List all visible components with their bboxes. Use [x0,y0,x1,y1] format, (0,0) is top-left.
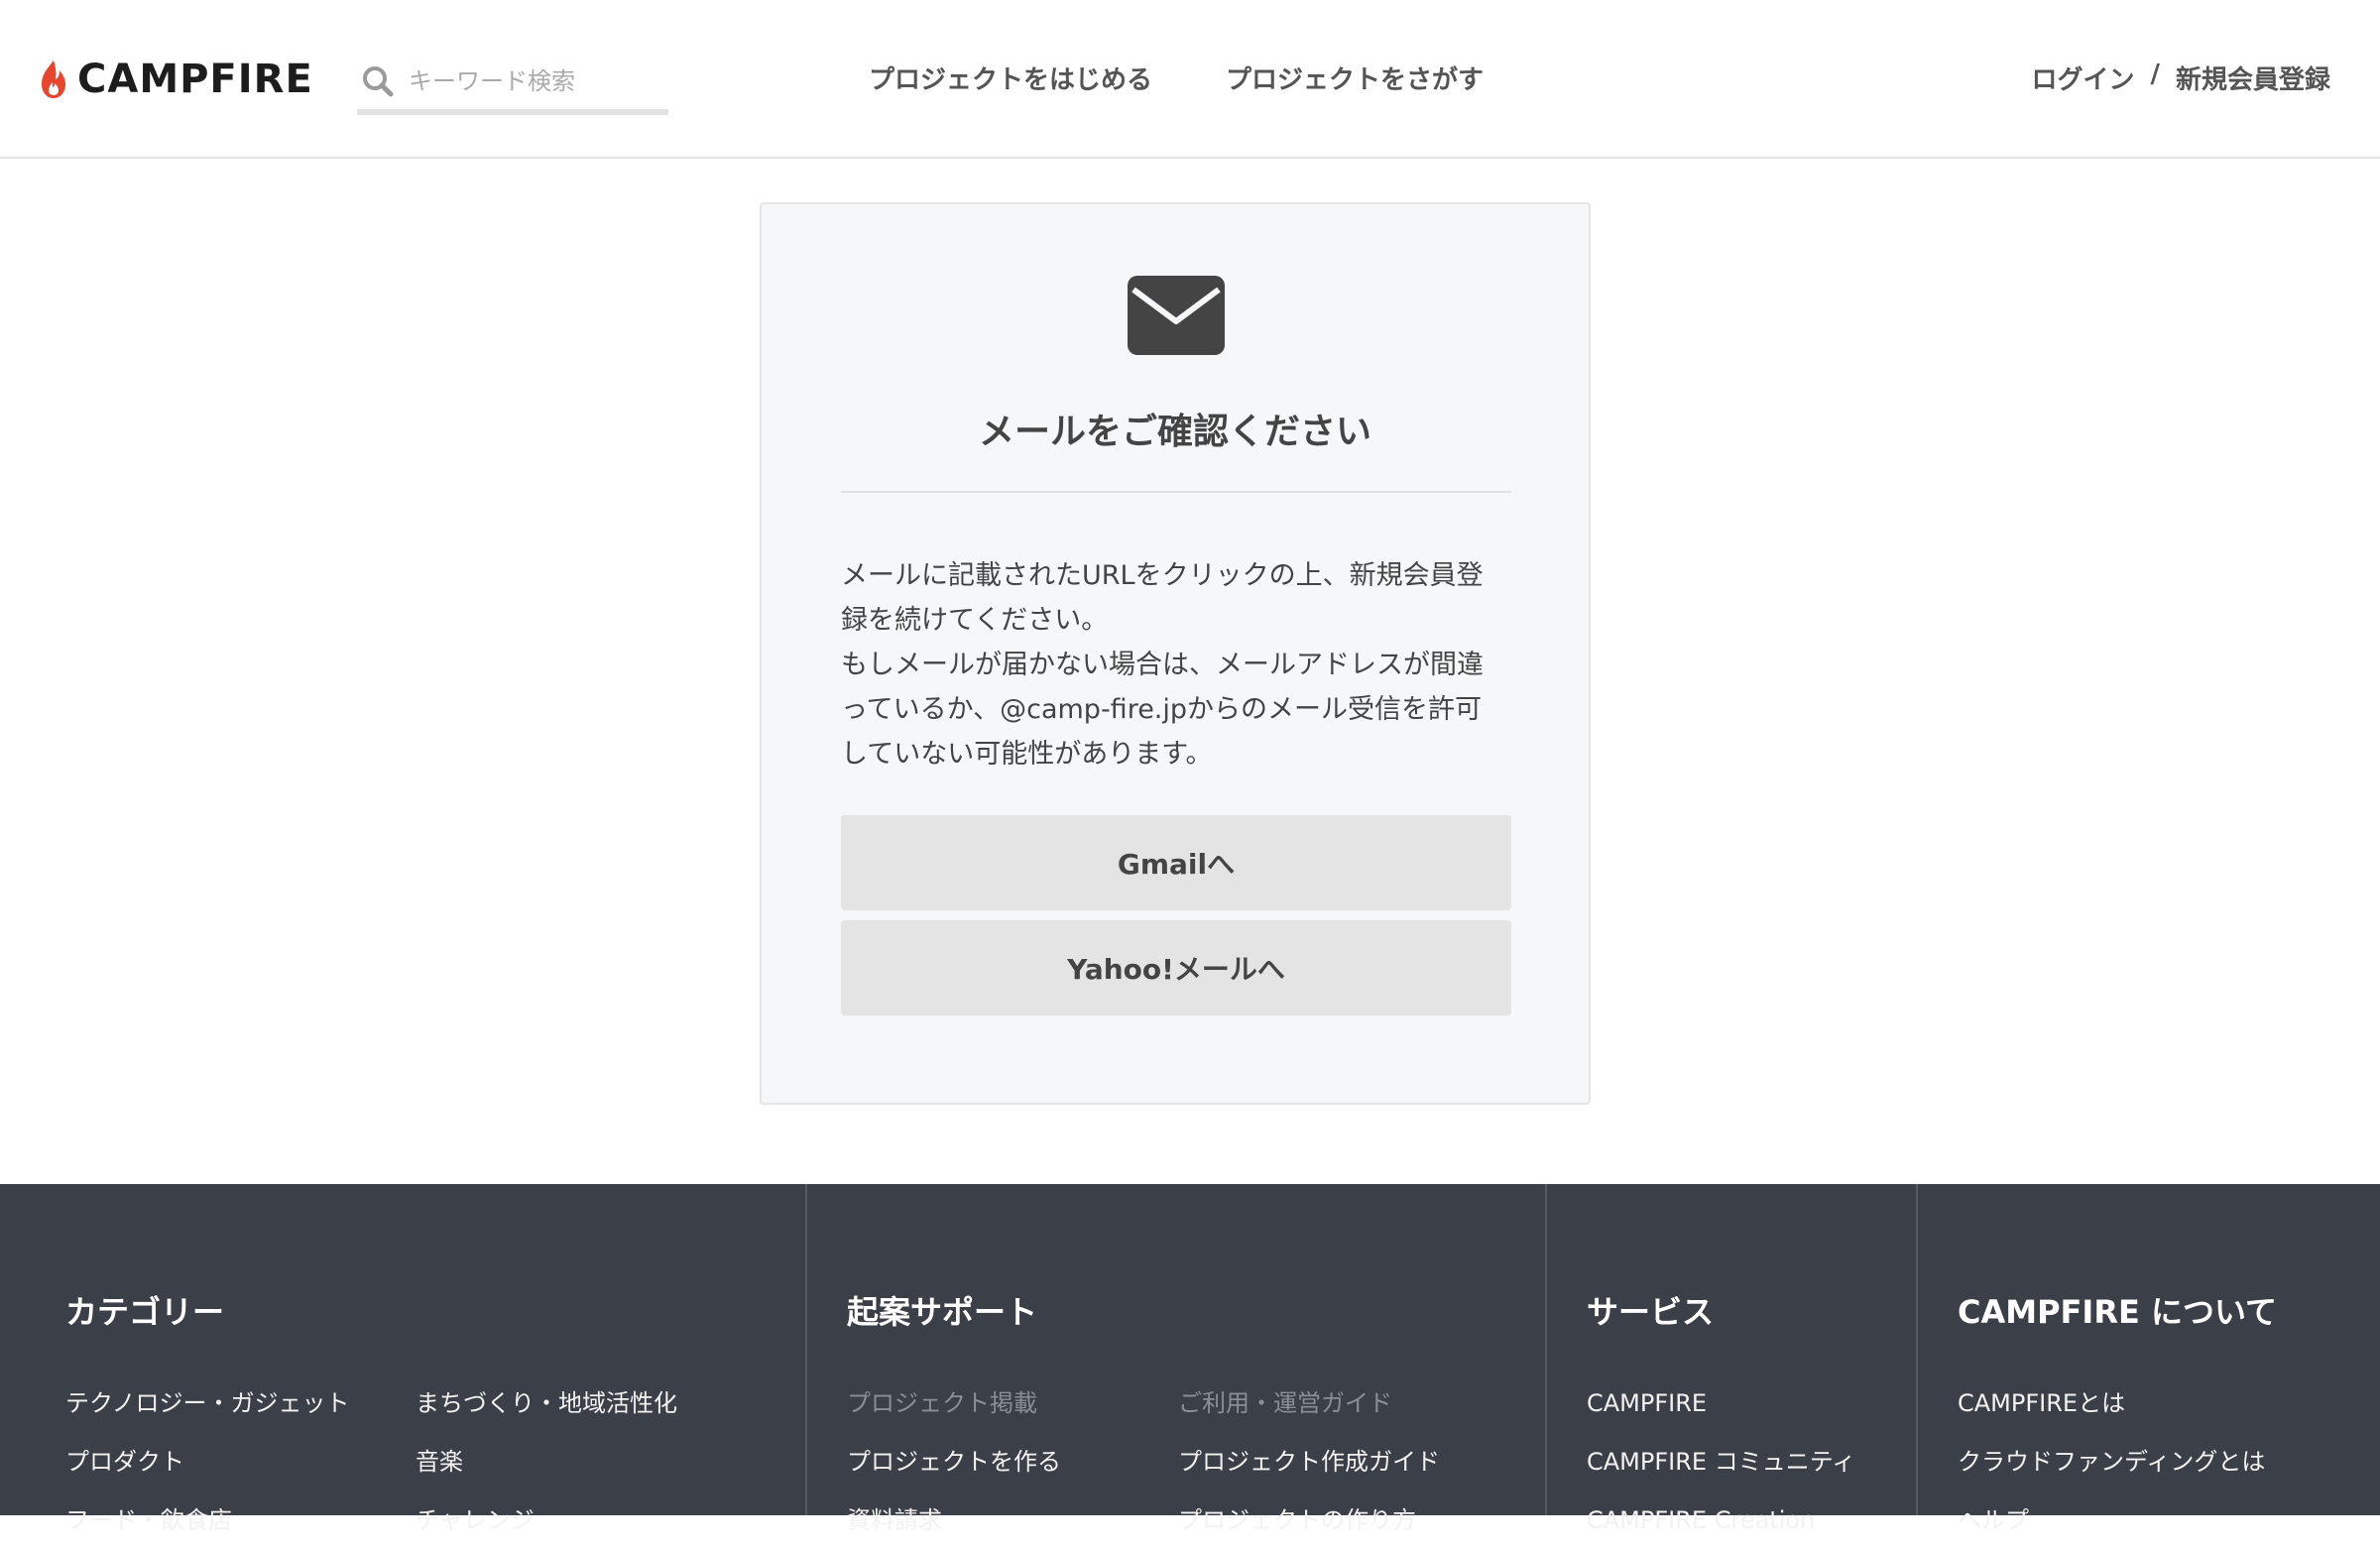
message-line: していない可能性があります。 [841,739,1213,770]
footer-link[interactable]: プロジェクト掲載 [847,1374,1061,1433]
logo-text: CAMPFIRE [77,57,313,102]
footer-link[interactable]: プロジェクトを作る [847,1433,1061,1491]
footer-link[interactable]: テクノロジー・ガジェット [65,1374,350,1433]
footer-support-title: 起案サポート [847,1293,1038,1331]
footer-link[interactable]: CAMPFIRE [1587,1374,1855,1433]
site-header: CAMPFIRE プロジェクトをはじめる プロジェクトをさがす ログイン / 新… [0,0,2380,159]
auth-links: ログイン / 新規会員登録 [2031,60,2330,96]
footer-link[interactable]: ご利用・運営ガイド [1178,1374,1440,1433]
message-line: メールに記載されたURLをクリックの上、新規会員登 [841,560,1484,591]
footer-link[interactable]: プロダクト [65,1433,350,1491]
email-confirmation-card: メールをご確認ください メールに記載されたURLをクリックの上、新規会員登 録を… [760,202,1591,1105]
gmail-button[interactable]: Gmailへ [841,815,1511,910]
card-divider [841,491,1511,493]
footer-category-list-1: テクノロジー・ガジェット プロダクト フード・飲食店 [65,1374,350,1550]
footer-services-list: CAMPFIRE CAMPFIRE コミュニティ CAMPFIRE Creati… [1587,1374,1855,1550]
nav-start-project[interactable]: プロジェクトをはじめる [869,60,1152,96]
footer-about-list: CAMPFIREとは クラウドファンディングとは ヘルプ [1958,1374,2265,1550]
footer-about: CAMPFIRE について CAMPFIREとは クラウドファンディングとは ヘ… [1916,1184,2380,1534]
login-link[interactable]: ログイン [2031,60,2134,96]
footer-link[interactable]: CAMPFIRE コミュニティ [1587,1433,1855,1491]
footer-services: サービス CAMPFIRE CAMPFIRE コミュニティ CAMPFIRE C… [1545,1184,1916,1534]
footer-link[interactable]: 資料請求 [847,1491,1061,1550]
footer-link[interactable]: プロジェクト作成ガイド [1178,1433,1440,1491]
flame-icon [42,60,65,98]
message-line: 録を続けてください。 [841,605,1109,636]
footer-link[interactable]: クラウドファンディングとは [1958,1433,2265,1491]
footer-category-list-2: まちづくり・地域活性化 音楽 チャレンジ [416,1374,677,1550]
footer-category: カテゴリー テクノロジー・ガジェット プロダクト フード・飲食店 まちづくり・地… [0,1184,805,1534]
footer-link[interactable]: チャレンジ [416,1491,677,1550]
footer-services-title: サービス [1587,1293,1715,1331]
footer-link[interactable]: プロジェクトの作り方 [1178,1491,1440,1550]
footer-link[interactable]: ヘルプ [1958,1491,2265,1550]
nav-find-project[interactable]: プロジェクトをさがす [1226,60,1484,96]
footer-link[interactable]: フード・飲食店 [65,1491,350,1550]
footer-link[interactable]: 音楽 [416,1433,677,1491]
auth-separator: / [2150,60,2160,89]
card-title: メールをご確認ください [978,412,1371,452]
footer-support-list-1: プロジェクト掲載 プロジェクトを作る 資料請求 [847,1374,1061,1550]
yahoo-mail-button[interactable]: Yahoo!メールへ [841,920,1511,1015]
card-message: メールに記載されたURLをクリックの上、新規会員登 録を続けてください。 もしメ… [841,553,1515,776]
footer-link[interactable]: まちづくり・地域活性化 [416,1374,677,1433]
mail-icon [1128,276,1225,355]
footer-link[interactable]: CAMPFIREとは [1958,1374,2265,1433]
footer-support-list-2: ご利用・運営ガイド プロジェクト作成ガイド プロジェクトの作り方 [1178,1374,1440,1550]
signup-link[interactable]: 新規会員登録 [2176,60,2330,96]
footer-link[interactable]: CAMPFIRE Creation [1587,1491,1855,1550]
search-input[interactable] [409,67,647,95]
message-line: もしメールが届かない場合は、メールアドレスが間違 [841,650,1484,680]
search-box [357,54,668,115]
message-line: っているか、@camp-fire.jpからのメール受信を許可 [841,694,1483,725]
footer-category-title: カテゴリー [65,1293,225,1331]
search-icon[interactable] [361,64,395,98]
footer-support: 起案サポート プロジェクト掲載 プロジェクトを作る 資料請求 ご利用・運営ガイド… [805,1184,1545,1534]
footer-about-title: CAMPFIRE について [1958,1293,2277,1331]
campfire-logo[interactable]: CAMPFIRE [38,56,313,103]
site-footer: カテゴリー テクノロジー・ガジェット プロダクト フード・飲食店 まちづくり・地… [0,1184,2380,1534]
